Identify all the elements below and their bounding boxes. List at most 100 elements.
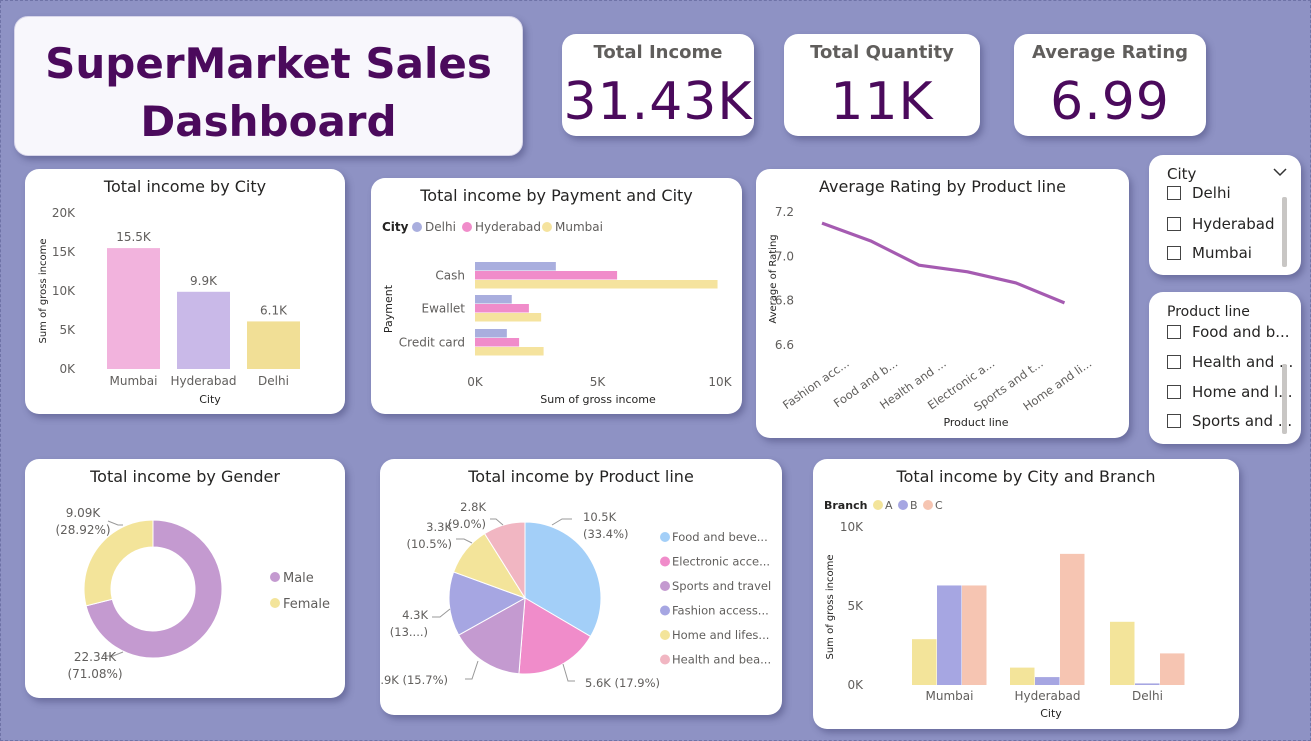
slicer-scrollbar[interactable] bbox=[1282, 197, 1287, 267]
x-axis-title: City bbox=[199, 393, 221, 406]
y-tick-label: Credit card bbox=[399, 336, 465, 350]
slicer-option-label: Delhi bbox=[1192, 184, 1231, 202]
chart-income-by-payment-city[interactable]: Total income by Payment and City City Del… bbox=[371, 178, 742, 414]
bar bbox=[1110, 621, 1135, 685]
bar bbox=[1160, 653, 1185, 685]
kpi-card-average-rating[interactable]: Average Rating 6.99 bbox=[1014, 34, 1206, 136]
legend-label: Health and bea... bbox=[672, 653, 771, 667]
slicer-option-label: Health and ... bbox=[1192, 353, 1294, 371]
legend-marker bbox=[873, 500, 883, 510]
legend-marker bbox=[660, 605, 670, 616]
chart-income-by-product-line[interactable]: Total income by Product line 10.5K (33.4%… bbox=[380, 459, 782, 715]
x-axis-title: Sum of gross income bbox=[540, 393, 656, 406]
legend-label: Female bbox=[283, 597, 330, 612]
legend-marker bbox=[898, 500, 908, 510]
leader-line bbox=[456, 538, 473, 544]
y-axis-title: Sum of gross income bbox=[38, 238, 49, 343]
y-tick-label: 6.6 bbox=[775, 338, 794, 352]
bar bbox=[475, 295, 512, 304]
y-tick-label: 5K bbox=[59, 323, 76, 337]
chart-income-by-city-branch[interactable]: Total income by City and Branch Branch A B… bbox=[813, 459, 1239, 729]
data-label: (9.0%) bbox=[448, 517, 486, 531]
data-label: (28.92%) bbox=[55, 523, 110, 537]
data-label: (33.4%) bbox=[583, 527, 629, 541]
slicer-city[interactable]: City Delhi Hyderabad Mumbai bbox=[1149, 155, 1301, 275]
slicer-option-sports[interactable]: Sports and ... bbox=[1167, 412, 1292, 430]
y-tick-label: Ewallet bbox=[421, 302, 465, 316]
chart-income-by-city[interactable]: Total income by City 20K 15K 10K 5K 0K 15.5K M… bbox=[25, 169, 345, 414]
slicer-scrollbar[interactable] bbox=[1282, 364, 1287, 434]
data-label: (10.5%) bbox=[406, 537, 452, 551]
bar bbox=[475, 280, 718, 289]
x-tick-label: Delhi bbox=[1132, 689, 1163, 703]
bar bbox=[475, 313, 542, 322]
slicer-option-label: Food and b... bbox=[1192, 323, 1290, 341]
dashboard-title: SuperMarket Sales Dashboard bbox=[15, 35, 522, 151]
kpi-card-total-income[interactable]: Total Income 31.43K bbox=[562, 34, 754, 136]
chart-income-by-city-branch-plot: Branch A B C 10K 5K 0K Mumbai Hyderabad Delhi City… bbox=[824, 499, 1185, 720]
checkbox[interactable] bbox=[1167, 186, 1181, 200]
chevron-down-icon[interactable] bbox=[1273, 167, 1287, 177]
legend-marker bbox=[660, 532, 670, 542]
chart-avg-rating-by-product[interactable]: Average Rating by Product line 7.2 7.0 6.8… bbox=[756, 169, 1129, 438]
x-tick-label: 0K bbox=[467, 375, 484, 389]
series-line bbox=[821, 221, 1066, 305]
slicer-option-label: Sports and ... bbox=[1192, 412, 1293, 430]
y-tick-label: 0K bbox=[847, 678, 864, 692]
legend-marker bbox=[412, 222, 422, 232]
slicer-option-mumbai[interactable]: Mumbai bbox=[1167, 244, 1252, 262]
checkbox[interactable] bbox=[1167, 414, 1181, 428]
leader-line bbox=[465, 660, 479, 680]
chart-income-by-payment-city-plot: City Delhi Hyderabad Mumbai Cash Ewallet Credi… bbox=[382, 220, 733, 406]
chart-income-by-gender[interactable]: Total income by Gender 22.34K (71.08%) 9.0… bbox=[25, 459, 345, 698]
leader-line bbox=[432, 608, 451, 618]
x-tick-label: Mumbai bbox=[110, 374, 158, 388]
slicer-option-label: Hyderabad bbox=[1192, 215, 1275, 233]
bar bbox=[475, 271, 618, 280]
legend-marker bbox=[660, 556, 670, 567]
checkbox[interactable] bbox=[1167, 385, 1181, 399]
slicer-option-hyderabad[interactable]: Hyderabad bbox=[1167, 215, 1275, 233]
kpi-value: 6.99 bbox=[1050, 72, 1170, 132]
slicer-option-label: Mumbai bbox=[1192, 244, 1252, 262]
legend-marker bbox=[660, 654, 670, 665]
slicer-option-health[interactable]: Health and ... bbox=[1167, 353, 1293, 371]
x-tick-label: 10K bbox=[708, 375, 732, 389]
kpi-label: Total Quantity bbox=[810, 42, 954, 63]
bar bbox=[912, 639, 937, 685]
slicer-option-delhi[interactable]: Delhi bbox=[1167, 184, 1231, 202]
y-tick-label: 0K bbox=[59, 362, 76, 376]
y-tick-label: 7.2 bbox=[775, 205, 794, 219]
data-label: 5.6K (17.9%) bbox=[585, 676, 660, 690]
legend-label: Home and lifes... bbox=[672, 628, 769, 642]
leader-line bbox=[562, 663, 575, 682]
x-tick-label: 5K bbox=[590, 375, 607, 389]
x-tick-label: Hyderabad bbox=[171, 374, 237, 388]
slicer-option-food[interactable]: Food and b... bbox=[1167, 323, 1290, 341]
legend-label: C bbox=[935, 499, 943, 512]
checkbox[interactable] bbox=[1167, 355, 1181, 369]
slicer-option-label: Home and l... bbox=[1192, 383, 1293, 401]
legend-label: Fashion access... bbox=[672, 604, 769, 618]
dashboard-title-line1: SuperMarket Sales bbox=[45, 39, 492, 88]
bar bbox=[937, 585, 962, 685]
kpi-value: 31.43K bbox=[563, 72, 753, 132]
checkbox[interactable] bbox=[1167, 246, 1181, 260]
legend-label: Mumbai bbox=[555, 220, 603, 234]
data-label: 4.9K (15.7%) bbox=[380, 673, 448, 687]
y-tick-label: 5K bbox=[847, 599, 864, 613]
slicer-option-home[interactable]: Home and l... bbox=[1167, 383, 1293, 401]
data-label: 15.5K bbox=[116, 230, 152, 244]
checkbox[interactable] bbox=[1167, 325, 1181, 339]
legend-marker bbox=[270, 572, 280, 582]
kpi-card-total-quantity[interactable]: Total Quantity 11K bbox=[784, 34, 980, 136]
y-tick-label: Cash bbox=[435, 269, 465, 283]
chart-income-by-city-plot: 20K 15K 10K 5K 0K 15.5K Mumbai 9.9K Hyderabad 6.1… bbox=[38, 206, 300, 406]
kpi-label: Total Income bbox=[593, 42, 723, 63]
bar bbox=[1060, 553, 1085, 685]
data-label: 9.09K bbox=[66, 506, 102, 520]
legend-label: Food and beve... bbox=[672, 530, 768, 544]
legend-marker bbox=[270, 598, 280, 608]
slicer-product-line[interactable]: Product line Food and b... Health and ..… bbox=[1149, 292, 1301, 444]
checkbox[interactable] bbox=[1167, 217, 1181, 231]
